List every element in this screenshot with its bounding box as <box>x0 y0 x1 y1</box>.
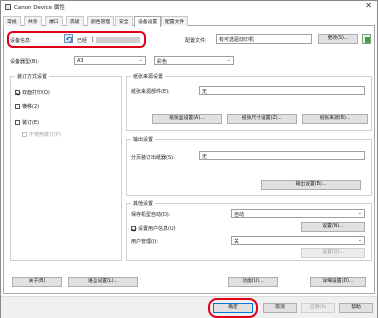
paper-size-value: A3 <box>77 58 84 64</box>
keep-dropdown[interactable]: 自动 ⌄ <box>231 209 365 218</box>
no-staple-checkbox: 不使用装订(P) <box>22 131 61 138</box>
color-mode-value: 彩色 <box>157 59 168 65</box>
apply-button: 应用(A) <box>301 303 335 313</box>
device-settings-panel: 设备信息: 已经 [ 配置文件: 有可选驱动印机 更改(S)... 设备器型(B… <box>3 26 375 294</box>
paper-source-button[interactable]: 纸张来源(B)... <box>302 114 368 124</box>
config-label: 配置文件: <box>185 38 207 44</box>
other-settings-group: 其他设置 保存机型自动(D): 自动 ⌄ 设置用户信息(U) 设置(N)... 用… <box>126 200 372 261</box>
user-info-label: 设置用户信息(U) <box>138 226 176 232</box>
help-button[interactable]: 帮助 <box>339 303 373 313</box>
color-mode-dropdown[interactable]: 彩色 ⌄ <box>154 56 234 65</box>
paper-size-dropdown[interactable]: A3 ⌄ <box>74 56 146 65</box>
duplex-label: 双面打印(Q) <box>22 90 50 96</box>
config-field[interactable]: 有可选驱动印机 <box>216 34 312 44</box>
window-title: Canon Device 属性 <box>14 5 65 11</box>
cancel-button[interactable]: 取消 <box>263 303 297 313</box>
tab-sharing[interactable]: 共享 <box>24 16 42 26</box>
account-dropdown[interactable]: 关 ⌄ <box>231 236 365 245</box>
tab-advanced[interactable]: 高级 <box>66 16 84 26</box>
tab-device-settings[interactable]: 设备设置 <box>134 16 162 27</box>
dialog-button-bar: 确定 取消 应用(A) 帮助 <box>1 296 377 318</box>
keep-value: 自动 <box>234 212 245 218</box>
punch-checkbox[interactable]: 装订(E) <box>15 119 39 126</box>
checkbox-icon <box>15 104 20 109</box>
tab-security[interactable]: 安全 <box>115 16 133 26</box>
staple-checkbox[interactable]: 横移(2) <box>15 103 39 110</box>
finishing-group: 装订方式设置 双面打印(Q) 横移(2) 装订(E) 不使用装订(P) <box>10 73 122 261</box>
highlight-ok <box>208 298 258 318</box>
change-button[interactable]: 更改(S)... <box>318 34 358 44</box>
tab-color-management[interactable]: 颜色管理 <box>87 16 115 26</box>
user-info-checkbox[interactable]: 设置用户信息(U) <box>131 225 176 232</box>
output-group: 输出设置 分页装订出纸器(S): 无 输出设置(B)... <box>126 136 372 196</box>
paper-source-title: 纸张来源设置 <box>131 73 166 80</box>
tab-profile[interactable]: 配置文件 <box>161 16 189 26</box>
paper-feed-field[interactable]: 无 <box>199 86 365 95</box>
chevron-down-icon: ⌄ <box>226 57 231 63</box>
user-info-settings-button[interactable]: 设置(N)... <box>301 222 365 232</box>
staple-label: 横移(2) <box>22 104 40 110</box>
language-settings-button[interactable]: 语言设置(L)... <box>68 277 138 287</box>
output-tray-label: 分页装订出纸器(S): <box>131 155 175 161</box>
close-icon[interactable]: ✕ <box>365 1 372 10</box>
other-title: 其他设置 <box>131 200 156 207</box>
chevron-down-icon: ⌄ <box>357 210 362 216</box>
device-icon[interactable] <box>362 34 371 44</box>
chevron-down-icon: ⌄ <box>138 57 143 63</box>
checkbox-checked-icon <box>15 90 20 95</box>
paper-tray-settings-button[interactable]: 纸张盒设置(A)... <box>152 114 222 124</box>
checkbox-checked-icon <box>131 226 136 231</box>
about-button[interactable]: 关于(B) <box>12 277 62 287</box>
tab-strip: 常规 共享 端口 高级 颜色管理 安全 设备设置 配置文件 <box>3 16 375 27</box>
no-staple-label: 不使用装订(P) <box>29 132 61 138</box>
paper-size-settings-button[interactable]: 纸张尺寸设置(Z)... <box>227 114 297 124</box>
highlight-device-info <box>7 31 146 48</box>
title-bar: Canon Device 属性 ✕ <box>1 1 377 13</box>
chevron-down-icon: ⌄ <box>357 237 362 243</box>
tab-ports[interactable]: 端口 <box>45 16 63 26</box>
finishing-title: 装订方式设置 <box>15 73 50 80</box>
account-settings-button: 设置(Q)... <box>301 248 365 258</box>
duplex-checkbox[interactable]: 双面打印(Q) <box>15 89 50 96</box>
paper-source-group: 纸张来源设置 纸张来源部件(E): 无 纸张盒设置(A)... 纸张尺寸设置(Z… <box>126 73 372 131</box>
account-label: 用户管理(I): <box>131 239 159 245</box>
checkbox-icon <box>22 132 27 137</box>
checkbox-icon <box>15 120 20 125</box>
detail-settings-button[interactable]: 详细设置(D)... <box>310 277 366 287</box>
output-settings-button[interactable]: 输出设置(B)... <box>261 180 361 190</box>
output-title: 输出设置 <box>131 136 156 143</box>
keep-label: 保存机型自动(D): <box>131 212 171 218</box>
punch-label: 装订(E) <box>22 120 40 126</box>
account-value: 关 <box>234 239 240 245</box>
tab-general[interactable]: 常规 <box>3 16 21 26</box>
output-tray-field[interactable]: 无 <box>199 151 365 160</box>
function-button[interactable]: 功能(U)... <box>228 277 278 287</box>
paper-feed-label: 纸张来源部件(E): <box>131 89 170 95</box>
printer-icon <box>5 4 11 10</box>
properties-window: Canon Device 属性 ✕ 常规 共享 端口 高级 颜色管理 安全 设备… <box>0 0 378 318</box>
device-type-label: 设备器型(B): <box>10 59 40 65</box>
